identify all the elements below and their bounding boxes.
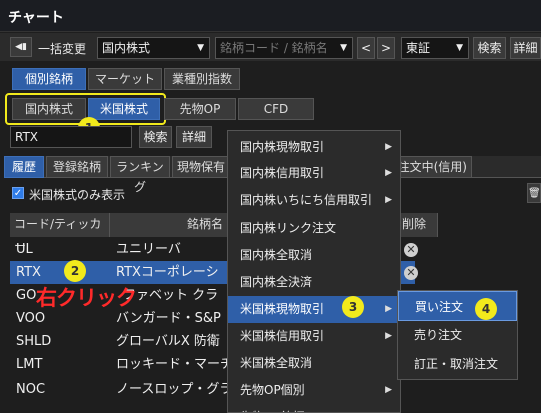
chevron-down-icon: ▼ [197,43,204,53]
bulk-change-label: 一括変更 [38,42,87,56]
submenu-arrow-icon: ▶ [385,168,392,178]
annotation-badge-3: 3 [342,296,364,318]
tab-us-stock[interactable]: 米国株式 [88,98,160,120]
context-menu-item[interactable]: 国内株いちにち信用取引 ▶ [228,187,400,214]
context-menu-item-label: 国内株全決済 [240,275,313,289]
context-menu-item-label: 米国株現物取引 [240,302,325,316]
submenu-arrow-icon: ▶ [385,385,392,395]
row-code: UL [16,242,33,257]
row-name: ユニリーバ [116,242,181,257]
collapse-icon[interactable]: ◀▮ [10,37,32,57]
only-us-checkbox-label: 米国株式のみ表示 [29,188,126,202]
window-titlebar: チャート [0,0,541,32]
context-menu-item[interactable]: 米国株全取消 [228,350,400,377]
context-menu-item-label: 国内株いちにち信用取引 [240,193,373,207]
sub-menu: 買い注文 売り注文 訂正・取消注文 [397,290,518,380]
prev-arrow-button[interactable]: < [357,37,375,59]
row-name: バンガード・S&P [116,311,221,326]
tab-market[interactable]: マーケット [88,68,162,90]
tab-futures-op[interactable]: 先物OP [164,98,236,120]
context-menu-item-label: 米国株全取消 [240,356,313,370]
context-menu: 国内株現物取引 ▶ 国内株信用取引 ▶ 国内株いちにち信用取引 ▶ 国内株リンク注文 国内株全… [227,130,401,413]
tab-registered[interactable]: 登録銘柄 [46,156,108,178]
annotation-badge-4: 4 [475,298,497,320]
row-name: ファベット クラ [123,288,219,303]
code-search-input[interactable]: 銘柄コード / 銘柄名 ▼ [215,37,353,59]
row-code: VOO [16,311,46,326]
submenu-arrow-icon: ▶ [385,304,392,314]
context-menu-item[interactable]: 国内株全取消 [228,242,400,269]
row-code: LMT [16,357,43,372]
sub-menu-item[interactable]: 売り注文 [398,320,517,350]
exchange-select-value: 東証 [406,41,431,55]
window-title: チャート [8,10,64,26]
trash-icon[interactable]: 🗑 [527,183,541,203]
row-name: RTXコーポレーシ [116,265,219,280]
tab-sector-index[interactable]: 業種別指数 [164,68,240,90]
context-menu-item-label: 米国株信用取引 [240,329,325,343]
context-menu-item[interactable]: 米国株信用取引 ▶ [228,323,400,350]
tab-ranking[interactable]: ランキング [110,156,170,194]
column-header-name[interactable]: 銘柄名 [110,213,228,237]
row-code: GO [16,288,37,303]
sub-menu-item[interactable]: 買い注文 [398,291,517,321]
delete-icon[interactable]: ✕ [404,243,418,257]
toolbar-search-button[interactable]: 検索 [473,37,506,59]
submenu-arrow-icon: ▶ [385,331,392,341]
column-header-code[interactable]: コード/ティッカー [10,213,110,253]
submenu-arrow-icon: ▶ [385,195,392,205]
row-code: NOC [16,382,46,397]
symbol-search-button[interactable]: 検索 [139,126,172,148]
context-menu-item[interactable]: 米国株現物取引 ▶ [228,296,400,323]
market-select-value: 国内株式 [102,41,151,55]
row-name: グローバルX 防衛 [116,334,220,349]
toolbar-detail-button[interactable]: 詳細 [510,37,541,59]
tab-cfd[interactable]: CFD [238,98,314,120]
context-menu-item[interactable]: 先物OP個別 ▶ [228,377,400,404]
context-menu-item-label: 先物OP個別 [240,383,305,397]
annotation-badge-2: 2 [64,260,86,282]
chevron-down-icon: ▼ [340,43,347,53]
context-menu-item-label: 国内株全取消 [240,248,313,262]
sub-menu-item[interactable]: 訂正・取消注文 [398,349,517,379]
tab-domestic-stock[interactable]: 国内株式 [12,98,86,120]
market-select[interactable]: 国内株式 ▼ [97,37,210,59]
row-name: ノースロップ・グラマ [116,382,246,397]
only-us-checkbox[interactable]: ✓ [12,187,24,199]
chevron-down-icon: ▼ [456,43,463,53]
tab-orders-margin[interactable]: 注文中(信用) [396,156,472,178]
context-menu-item[interactable]: 国内株全決済 [228,269,400,296]
exchange-select[interactable]: 東証 ▼ [401,37,469,59]
context-menu-item-label: 国内株リンク注文 [240,221,337,235]
tab-individual[interactable]: 個別銘柄 [12,68,86,90]
context-menu-item[interactable]: 国内株リンク注文 [228,215,400,242]
submenu-arrow-icon: ▶ [385,404,392,412]
tab-history[interactable]: 履歴 [4,156,44,178]
context-menu-item[interactable]: 国内株信用取引 ▶ [228,160,400,187]
context-menu-item[interactable]: 先物OP銘柄▶ [228,404,400,412]
row-code: SHLD [16,334,52,349]
row-code: RTX [16,265,41,280]
context-menu-item[interactable]: 国内株現物取引 ▶ [228,134,400,161]
context-menu-item-label: 国内株現物取引 [240,140,325,154]
symbol-detail-button[interactable]: 詳細 [176,126,212,148]
next-arrow-button[interactable]: > [377,37,395,59]
context-menu-item-label: 国内株信用取引 [240,166,325,180]
column-header-delete[interactable]: 削除 [398,213,438,237]
delete-icon[interactable]: ✕ [404,266,418,280]
submenu-arrow-icon: ▶ [385,142,392,152]
row-name: ロッキード・マーチ [116,357,234,372]
code-search-placeholder: 銘柄コード / 銘柄名 [220,41,328,55]
symbol-input[interactable]: RTX [10,126,132,148]
tab-holdings[interactable]: 現物保有 [172,156,228,178]
